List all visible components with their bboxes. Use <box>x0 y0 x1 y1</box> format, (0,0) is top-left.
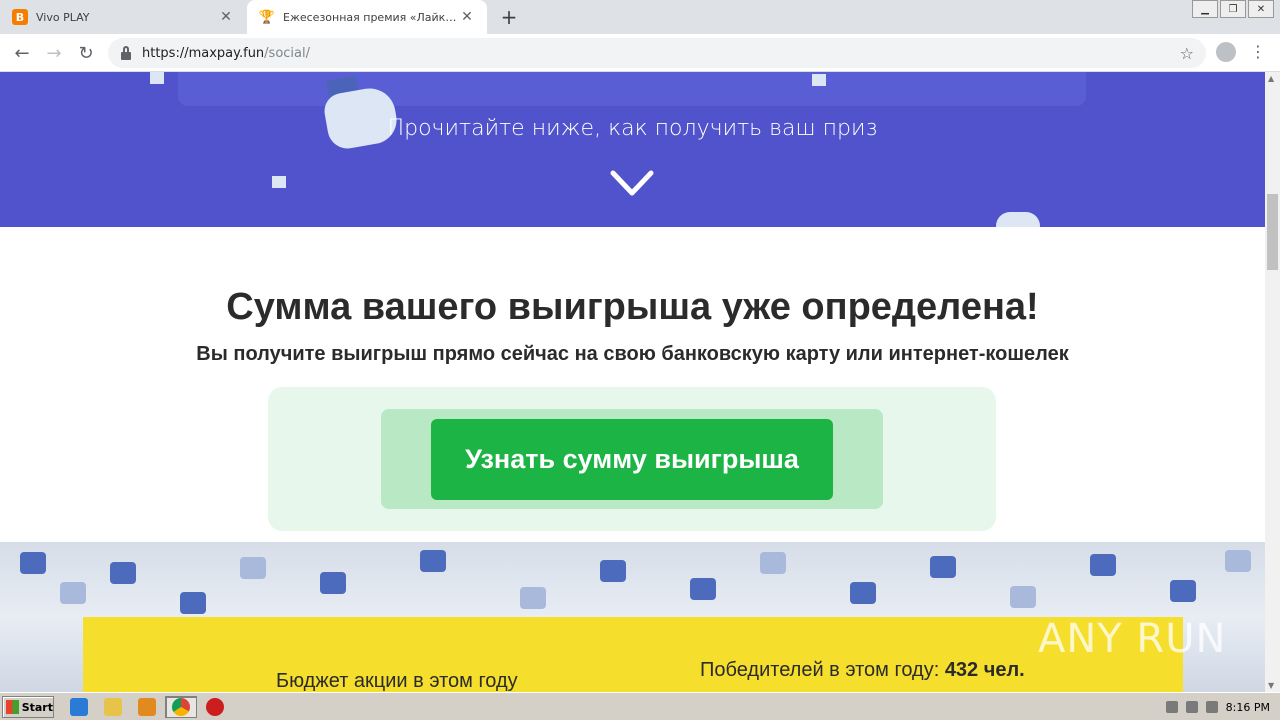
chevron-down-icon[interactable] <box>610 168 654 200</box>
like-icon <box>60 582 86 604</box>
like-icon <box>320 572 346 594</box>
hero-banner: Прочитайте ниже, как получить ваш приз <box>0 72 1265 227</box>
network-icon[interactable] <box>1185 701 1198 713</box>
budget-label: Бюджет акции в этом году <box>276 670 518 692</box>
page-viewport: Прочитайте ниже, как получить ваш приз С… <box>0 72 1265 692</box>
like-icon <box>180 592 206 614</box>
vertical-scrollbar[interactable]: ▲ ▼ <box>1265 72 1280 692</box>
find-prize-amount-button[interactable]: Узнать сумму выигрыша <box>431 419 833 500</box>
forward-button[interactable]: → <box>42 41 66 65</box>
internet-explorer-icon[interactable] <box>70 698 88 716</box>
media-player-icon[interactable] <box>138 698 156 716</box>
scroll-down-icon[interactable]: ▼ <box>1268 681 1274 690</box>
window-controls: ▁ ❐ ✕ <box>1190 0 1274 18</box>
tab-title: Vivo PLAY <box>36 10 90 24</box>
back-button[interactable]: ← <box>10 41 34 65</box>
windows-logo-icon <box>6 700 19 714</box>
windows-taskbar: Start 8:16 PM <box>0 692 1280 720</box>
reload-button[interactable]: ↻ <box>74 41 98 65</box>
like-icon <box>1225 550 1251 572</box>
flag-icon[interactable] <box>1205 701 1218 713</box>
blogger-icon: B <box>12 9 28 25</box>
like-icon <box>110 562 136 584</box>
like-icon <box>1010 586 1036 608</box>
scroll-up-icon[interactable]: ▲ <box>1268 74 1274 83</box>
like-icon <box>1170 580 1196 602</box>
hero-card <box>178 72 1086 106</box>
like-icon <box>20 552 46 574</box>
page-subtitle: Вы получите выигрыш прямо сейчас на свою… <box>196 343 1069 365</box>
system-tray: 8:16 PM <box>1130 696 1280 718</box>
restore-button[interactable]: ❐ <box>1220 0 1246 18</box>
speaker-icon[interactable] <box>1165 701 1178 713</box>
tab-vivo-play[interactable]: B Vivo PLAY ✕ <box>0 0 246 34</box>
browser-toolbar: ← → ↻ https://maxpay.fun/social/ ☆ ⋮ <box>0 34 1280 72</box>
close-icon[interactable]: ✕ <box>459 9 475 25</box>
address-bar[interactable]: https://maxpay.fun/social/ ☆ <box>108 38 1206 68</box>
tab-strip: B Vivo PLAY ✕ 🏆 Ежесезонная премия «Лайк… <box>0 0 1280 34</box>
profile-icon[interactable] <box>1216 42 1236 62</box>
like-icon <box>240 557 266 579</box>
star-icon[interactable]: ☆ <box>1180 44 1194 63</box>
clock: 8:16 PM <box>1225 700 1270 714</box>
like-icon <box>850 582 876 604</box>
minimize-button[interactable]: ▁ <box>1192 0 1218 18</box>
like-icon <box>930 556 956 578</box>
close-window-button[interactable]: ✕ <box>1248 0 1274 18</box>
tab-title: Ежесезонная премия «Лайк года» <box>283 10 459 24</box>
page-title: Сумма вашего выигрыша уже определена! <box>226 286 1039 328</box>
like-icon <box>420 550 446 572</box>
winners-value: 432 чел. <box>944 659 1025 681</box>
winners-stat: Победителей в этом году: 432 чел. <box>700 659 1025 682</box>
opera-icon[interactable] <box>206 698 224 716</box>
tab-like-of-the-year[interactable]: 🏆 Ежесезонная премия «Лайк года» ✕ <box>247 0 487 34</box>
folder-icon[interactable] <box>104 698 122 716</box>
like-icon <box>520 587 546 609</box>
like-icon <box>1090 554 1116 576</box>
chrome-icon <box>172 698 190 716</box>
like-icon <box>600 560 626 582</box>
winners-label: Победителей в этом году: <box>700 659 940 681</box>
like-icon <box>690 578 716 600</box>
scroll-thumb[interactable] <box>1267 194 1278 270</box>
start-button[interactable]: Start <box>2 696 54 718</box>
close-icon[interactable]: ✕ <box>218 9 234 25</box>
hero-text: Прочитайте ниже, как получить ваш приз <box>387 116 878 141</box>
like-icon <box>150 72 164 84</box>
like-icon <box>996 212 1040 227</box>
url-text: https://maxpay.fun/social/ <box>142 45 310 61</box>
like-icon <box>812 74 826 86</box>
trophy-icon: 🏆 <box>258 9 276 25</box>
chrome-taskbar-button[interactable] <box>165 696 197 718</box>
like-icon <box>272 176 286 188</box>
watermark-logo: ANY RUN <box>1038 616 1227 662</box>
new-tab-button[interactable]: + <box>498 5 520 29</box>
lock-icon <box>120 46 132 60</box>
menu-icon[interactable]: ⋮ <box>1250 42 1266 61</box>
like-icon <box>760 552 786 574</box>
